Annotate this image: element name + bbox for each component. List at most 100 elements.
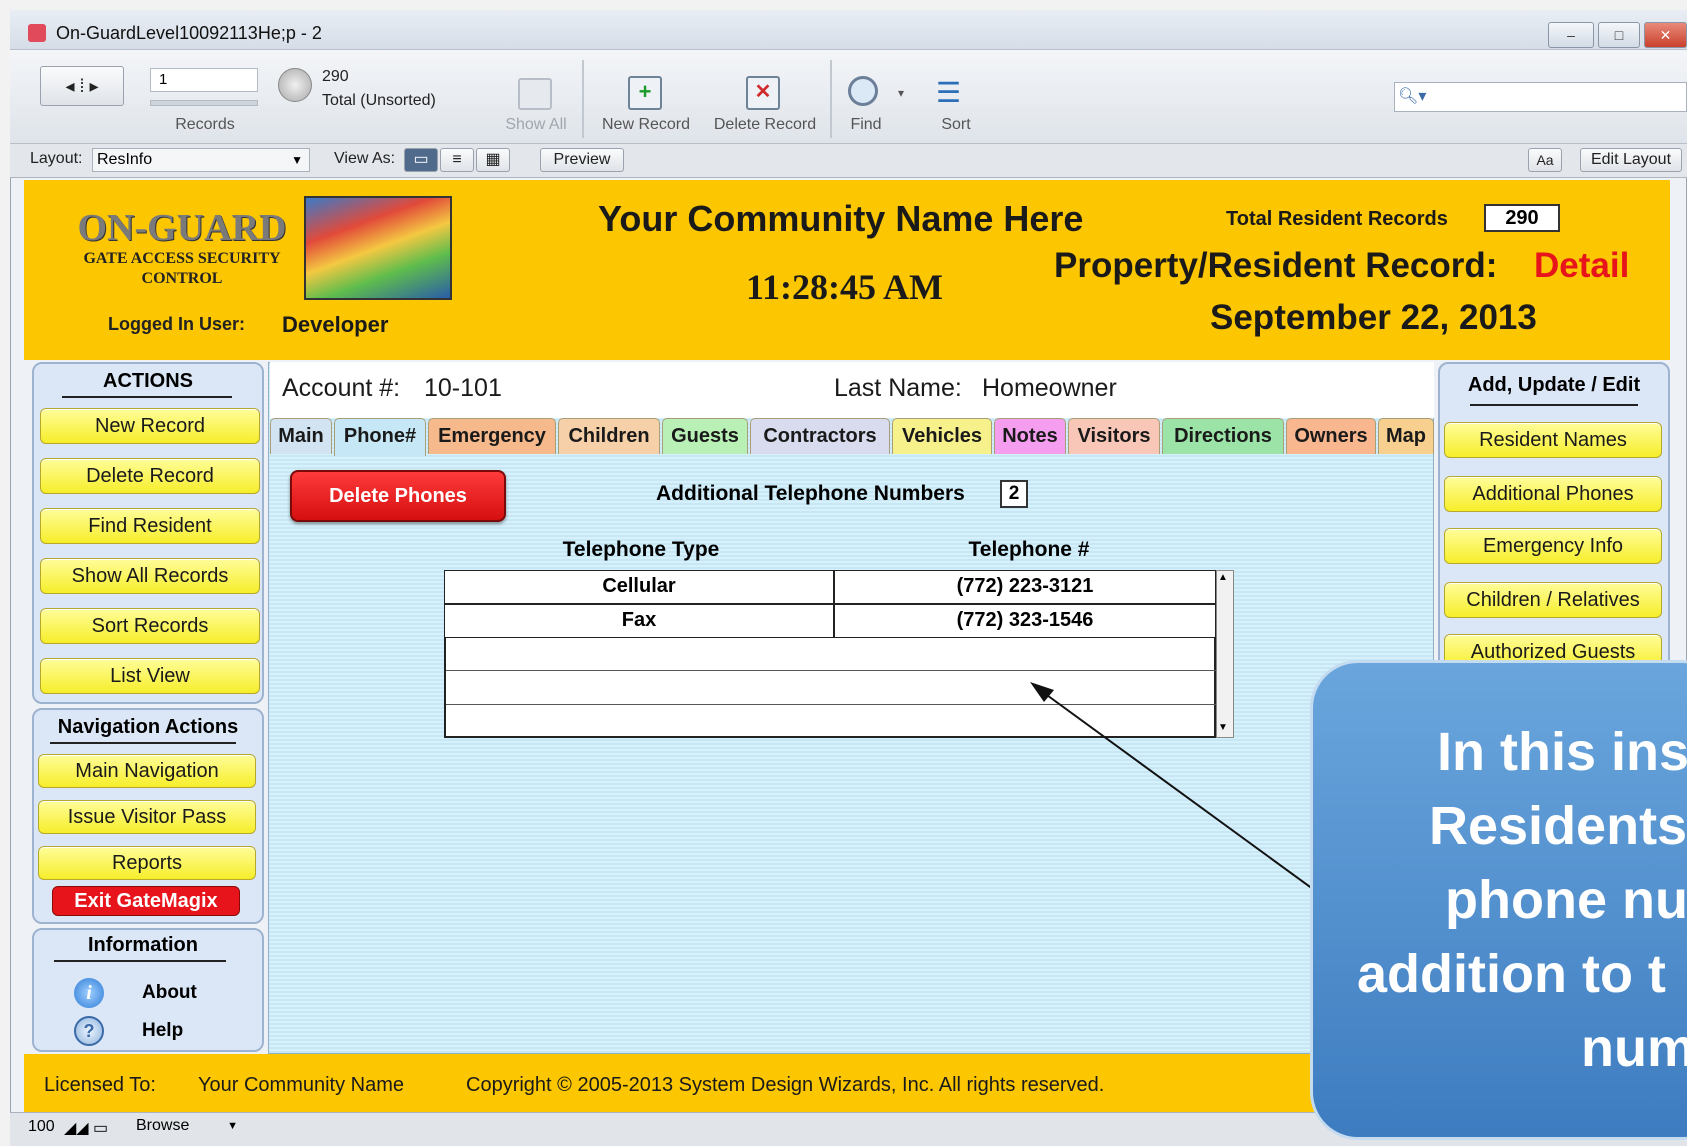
tab-notes[interactable]: Notes [994, 418, 1066, 454]
emergency-info-button[interactable]: Emergency Info [1444, 528, 1662, 564]
find-magnifier-icon [848, 76, 878, 106]
resident-names-button[interactable]: Resident Names [1444, 422, 1662, 458]
logged-in-label: Logged In User: [108, 314, 246, 334]
sort-icon: ☰ [936, 77, 962, 108]
tab-emergency[interactable]: Emergency [428, 418, 556, 454]
phone-type-cell[interactable]: Cellular [444, 570, 834, 604]
scroll-up-icon[interactable]: ▲ [1218, 572, 1228, 583]
total-indicator-icon [278, 68, 312, 102]
callout-line: num [1581, 1018, 1687, 1078]
record-navigation-arrows[interactable]: ◂ ⁞ ▸ [40, 66, 124, 106]
record-slider[interactable] [150, 100, 258, 106]
record-mode: Detail [1534, 246, 1630, 285]
view-as-list-button[interactable]: ≡ [440, 148, 474, 172]
last-name-value: Homeowner [982, 374, 1117, 402]
new-record-icon: + [628, 76, 662, 110]
help-link[interactable]: Help [142, 1020, 183, 1042]
main-navigation-button[interactable]: Main Navigation [38, 754, 256, 788]
tab-guests[interactable]: Guests [662, 418, 748, 454]
layout-label: Layout: [30, 150, 83, 167]
quick-find-input[interactable] [1394, 82, 1687, 112]
telephone-type-header: Telephone Type [562, 538, 720, 561]
close-button[interactable]: ✕ [1644, 22, 1687, 48]
window-title: On-GuardLevel10092113He;p - 2 [56, 23, 322, 43]
tab-map[interactable]: Map [1378, 418, 1434, 454]
callout-line: phone nu [1445, 870, 1687, 930]
logo-title: ON-GUARD [77, 207, 287, 249]
phone-number-cell[interactable]: (772) 323-1546 [834, 604, 1216, 638]
preview-button[interactable]: Preview [540, 148, 624, 172]
show-all-button[interactable]: Show All [496, 116, 576, 134]
phone-number-cell[interactable]: (772) 223-3121 [834, 570, 1216, 604]
new-record-button[interactable]: New Record [592, 116, 700, 134]
phone-type-cell[interactable]: Fax [444, 604, 834, 638]
telephone-number-header: Telephone # [968, 538, 1090, 561]
layout-select-value: ResInfo [97, 151, 153, 168]
delete-record-action-button[interactable]: Delete Record [40, 458, 260, 494]
reports-button[interactable]: Reports [38, 846, 256, 880]
chevron-down-icon: ▼ [291, 153, 303, 167]
tab-contractors[interactable]: Contractors [750, 418, 890, 454]
last-name-label: Last Name: [834, 374, 962, 402]
font-size-button[interactable]: Aa [1528, 148, 1562, 172]
sort-button[interactable]: Sort [926, 116, 986, 134]
zoom-level[interactable]: 100 [28, 1118, 55, 1136]
additional-phones-button[interactable]: Additional Phones [1444, 476, 1662, 512]
exit-gatemagix-button[interactable]: Exit GateMagix [52, 886, 240, 916]
add-update-divider [1470, 404, 1638, 406]
find-dropdown-icon[interactable]: ▾ [898, 86, 904, 100]
toolbar-divider [582, 60, 584, 138]
zoom-buttons-icon[interactable]: ◢◢ ▭ [64, 1118, 108, 1138]
total-label: Total (Unsorted) [322, 92, 436, 109]
mode-select[interactable]: Browse ▼ [136, 1116, 242, 1138]
view-as-label: View As: [334, 150, 396, 167]
layout-select[interactable]: ResInfo ▼ [92, 148, 310, 172]
issue-visitor-pass-button[interactable]: Issue Visitor Pass [38, 800, 256, 834]
edit-layout-button[interactable]: Edit Layout [1580, 148, 1682, 172]
find-resident-button[interactable]: Find Resident [40, 508, 260, 544]
licensed-to-value: Your Community Name [198, 1074, 405, 1096]
delete-phones-button[interactable]: Delete Phones [290, 470, 506, 522]
account-label: Account #: [282, 374, 401, 402]
information-divider [54, 960, 226, 962]
village-logo-image [304, 196, 452, 300]
app-icon [28, 24, 46, 42]
view-as-form-button[interactable]: ▭ [404, 148, 438, 172]
total-records-value: 290 [1484, 204, 1560, 232]
show-all-icon [518, 78, 552, 110]
tab-children[interactable]: Children [558, 418, 660, 454]
logo-subtitle-1: GATE ACCESS SECURITY [83, 250, 281, 267]
tutorial-callout: In this ins Residents phone nu addition … [1310, 660, 1687, 1140]
view-as-table-button[interactable]: ▦ [476, 148, 510, 172]
information-title: Information [88, 934, 198, 956]
tab-directions[interactable]: Directions [1162, 418, 1284, 454]
sort-records-button[interactable]: Sort Records [40, 608, 260, 644]
tab-phone[interactable]: Phone# [334, 418, 426, 456]
add-update-title: Add, Update / Edit [1467, 374, 1641, 396]
navigation-divider [50, 742, 236, 744]
callout-line: In this ins [1437, 722, 1687, 782]
licensed-to-label: Licensed To: [44, 1074, 156, 1096]
record-title: Property/Resident Record: [1054, 246, 1498, 285]
new-record-action-button[interactable]: New Record [40, 408, 260, 444]
delete-record-icon: ✕ [746, 76, 780, 110]
find-button[interactable]: Find [836, 116, 896, 134]
delete-record-button[interactable]: Delete Record [704, 116, 826, 134]
about-link[interactable]: About [142, 982, 197, 1004]
minimize-button[interactable]: – [1548, 22, 1594, 48]
records-label: Records [175, 116, 235, 133]
tab-owners[interactable]: Owners [1286, 418, 1376, 454]
help-icon[interactable]: ? [74, 1016, 104, 1046]
tab-main[interactable]: Main [270, 418, 332, 454]
info-icon[interactable]: i [74, 978, 104, 1008]
account-value: 10-101 [424, 374, 502, 402]
show-all-records-button[interactable]: Show All Records [40, 558, 260, 594]
tab-vehicles[interactable]: Vehicles [892, 418, 992, 454]
additional-phones-count: 2 [1000, 480, 1028, 508]
list-view-button[interactable]: List View [40, 658, 260, 694]
record-number-field[interactable]: 1 [150, 68, 258, 92]
children-relatives-button[interactable]: Children / Relatives [1444, 582, 1662, 618]
tab-visitors[interactable]: Visitors [1068, 418, 1160, 454]
maximize-button[interactable]: □ [1598, 22, 1640, 48]
chevron-down-icon: ▼ [227, 1120, 238, 1132]
